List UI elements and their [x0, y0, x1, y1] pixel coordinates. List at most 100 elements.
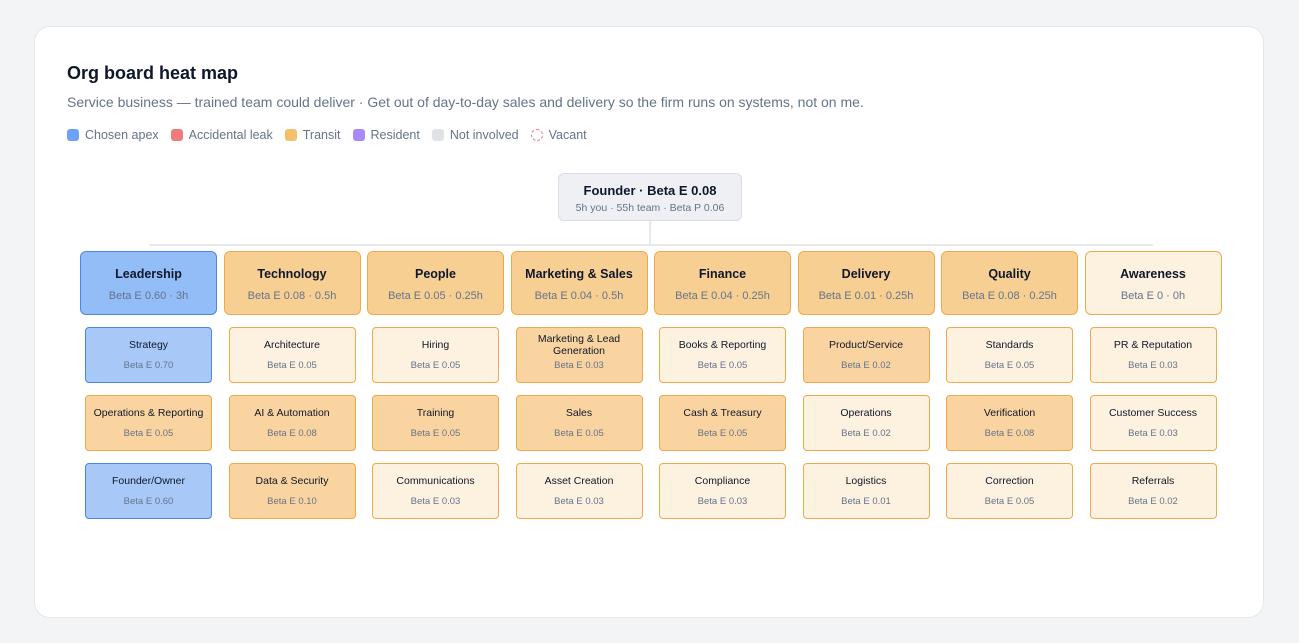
- role-card[interactable]: Product/Service Beta E 0.02: [802, 327, 930, 383]
- role-name: Operations & Reporting: [93, 407, 204, 419]
- founder-node-title: Founder · Beta E 0.08: [583, 183, 717, 198]
- legend: Chosen apex Accidental leak Transit Residen…: [67, 128, 599, 142]
- role-card[interactable]: Training Beta E 0.05: [372, 395, 499, 451]
- role-meta: Beta E 0.05: [697, 360, 748, 371]
- department-awareness[interactable]: Awareness Beta E 0 · 0h: [1084, 251, 1222, 315]
- page-subtitle: Service business — trained team could de…: [67, 94, 864, 110]
- department-quality[interactable]: Quality Beta E 0.08 · 0.25h: [941, 251, 1078, 315]
- department-name: People: [415, 266, 456, 281]
- role-meta: Beta E 0.03: [1128, 428, 1178, 439]
- legend-item: Accidental leak: [170, 128, 273, 142]
- role-meta: Beta E 0.03: [554, 360, 604, 371]
- role-card[interactable]: Marketing & Lead Generation Beta E 0.03: [515, 327, 643, 383]
- role-card[interactable]: Customer Success Beta E 0.03: [1089, 395, 1217, 451]
- role-meta: Beta E 0.60: [123, 496, 174, 507]
- department-name: Marketing & Sales: [525, 266, 633, 281]
- department-meta: Beta E 0.08 · 0.25h: [962, 290, 1057, 302]
- department-finance[interactable]: Finance Beta E 0.04 · 0.25h: [654, 251, 791, 315]
- legend-item: Resident: [352, 128, 420, 142]
- role-meta: Beta E 0.05: [697, 428, 748, 439]
- role-card[interactable]: Correction Beta E 0.05: [946, 463, 1073, 519]
- department-delivery[interactable]: Delivery Beta E 0.01 · 0.25h: [797, 251, 935, 315]
- department-leadership[interactable]: Leadership Beta E 0.60 · 3h: [80, 251, 217, 315]
- department-people[interactable]: People Beta E 0.05 · 0.25h: [367, 251, 504, 315]
- role-meta: Beta E 0.05: [410, 428, 461, 439]
- role-name: PR & Reputation: [1113, 339, 1193, 351]
- legend-swatch: [431, 129, 444, 141]
- founder-node-sub: 5h you · 55h team · Beta P 0.06: [575, 202, 725, 214]
- legend-item: Chosen apex: [67, 128, 159, 142]
- role-name: Referrals: [1131, 475, 1175, 487]
- department-name: Leadership: [115, 266, 182, 281]
- department-name: Awareness: [1120, 266, 1186, 281]
- role-name: Marketing & Lead Generation: [537, 333, 621, 357]
- founder-node[interactable]: Founder · Beta E 0.08 5h you · 55h team …: [558, 173, 742, 221]
- role-card[interactable]: Hiring Beta E 0.05: [372, 327, 499, 383]
- role-card[interactable]: Operations & Reporting Beta E 0.05: [85, 395, 212, 451]
- legend-swatch: [67, 129, 79, 141]
- role-card[interactable]: Data & Security Beta E 0.10: [228, 463, 356, 519]
- role-name: Training: [416, 407, 455, 419]
- role-card[interactable]: Asset Creation Beta E 0.03: [515, 463, 643, 519]
- legend-item: Transit: [284, 128, 341, 142]
- role-card[interactable]: Architecture Beta E 0.05: [228, 327, 356, 383]
- role-name: Founder/Owner: [112, 475, 185, 487]
- department-meta: Beta E 0.05 · 0.25h: [388, 290, 483, 302]
- role-card[interactable]: Sales Beta E 0.05: [515, 395, 643, 451]
- role-card[interactable]: Referrals Beta E 0.02: [1089, 463, 1217, 519]
- role-name: Communications: [396, 475, 475, 487]
- department-meta: Beta E 0.60 · 3h: [108, 290, 189, 302]
- role-meta: Beta E 0.08: [984, 428, 1035, 439]
- role-meta: Beta E 0.02: [1128, 496, 1178, 507]
- role-card[interactable]: Operations Beta E 0.02: [802, 395, 930, 451]
- role-card[interactable]: Standards Beta E 0.05: [946, 327, 1073, 383]
- legend-item: Not involved: [431, 128, 519, 142]
- role-meta: Beta E 0.05: [984, 360, 1035, 371]
- role-meta: Beta E 0.05: [410, 360, 461, 371]
- role-card[interactable]: Compliance Beta E 0.03: [659, 463, 786, 519]
- legend-item: Vacant: [530, 128, 587, 142]
- role-name: AI & Automation: [254, 407, 330, 419]
- role-meta: Beta E 0.03: [554, 496, 604, 507]
- role-meta: Beta E 0.03: [410, 496, 461, 507]
- role-card[interactable]: Founder/Owner Beta E 0.60: [85, 463, 212, 519]
- page-title: Org board heat map: [67, 63, 239, 83]
- heatmap-card: Org board heat map Service business — tr…: [34, 26, 1264, 618]
- role-name: Customer Success: [1108, 407, 1198, 419]
- role-meta: Beta E 0.05: [984, 496, 1035, 507]
- role-name: Asset Creation: [544, 475, 614, 487]
- role-name: Architecture: [263, 339, 321, 351]
- role-card[interactable]: Strategy Beta E 0.70: [85, 327, 212, 383]
- role-name: Product/Service: [828, 339, 904, 351]
- role-name: Compliance: [694, 475, 751, 487]
- role-card[interactable]: Cash & Treasury Beta E 0.05: [659, 395, 786, 451]
- role-card[interactable]: Books & Reporting Beta E 0.05: [659, 327, 786, 383]
- role-card[interactable]: PR & Reputation Beta E 0.03: [1089, 327, 1217, 383]
- role-name: Logistics: [845, 475, 887, 487]
- role-name: Standards: [985, 339, 1034, 351]
- role-name: Data & Security: [255, 475, 329, 487]
- legend-swatch: [170, 129, 183, 141]
- role-meta: Beta E 0.03: [1128, 360, 1178, 371]
- role-meta: Beta E 0.05: [123, 428, 174, 439]
- department-marketing-sales[interactable]: Marketing & Sales Beta E 0.04 · 0.5h: [510, 251, 648, 315]
- role-meta: Beta E 0.10: [267, 496, 317, 507]
- role-card[interactable]: Communications Beta E 0.03: [372, 463, 499, 519]
- legend-label: Transit: [302, 128, 341, 142]
- role-name: Operations: [840, 407, 892, 419]
- role-name: Cash & Treasury: [683, 407, 762, 419]
- role-card[interactable]: Logistics Beta E 0.01: [802, 463, 930, 519]
- legend-label: Not involved: [449, 128, 519, 142]
- role-meta: Beta E 0.01: [841, 496, 891, 507]
- department-technology[interactable]: Technology Beta E 0.08 · 0.5h: [223, 251, 361, 315]
- department-name: Finance: [698, 266, 747, 281]
- role-card[interactable]: Verification Beta E 0.08: [946, 395, 1073, 451]
- role-name: Books & Reporting: [678, 339, 767, 351]
- legend-label: Accidental leak: [188, 128, 273, 142]
- role-card[interactable]: AI & Automation Beta E 0.08: [228, 395, 356, 451]
- role-name: Verification: [983, 407, 1036, 419]
- department-name: Technology: [257, 266, 327, 281]
- department-meta: Beta E 0.01 · 0.25h: [818, 290, 914, 302]
- role-meta: Beta E 0.02: [841, 360, 891, 371]
- department-meta: Beta E 0.04 · 0.5h: [534, 290, 624, 302]
